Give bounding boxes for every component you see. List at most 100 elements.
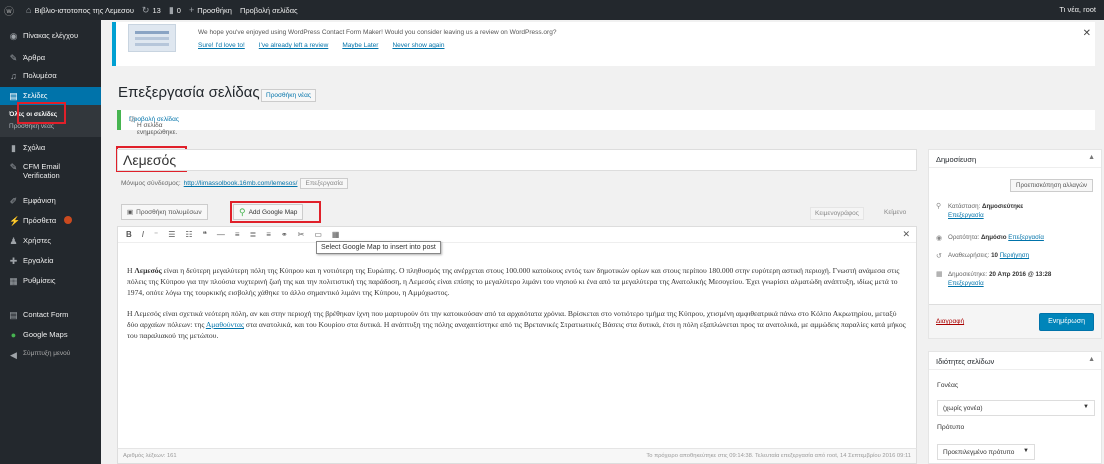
review-link-never[interactable]: Never show again [392,42,444,49]
sidebar-item-tools[interactable]: ✚ Εργαλεία [0,256,101,266]
review-link-sure[interactable]: Sure! I'd love to! [198,42,245,49]
revisions-browse-link[interactable]: Περιήγηση [1000,252,1029,259]
parent-label: Γονέας [937,382,959,389]
parent-select[interactable]: (χωρίς γονέα) ▼ [937,400,1095,416]
editor-toolbar: B I ⁻ ☰ ☷ ❝ — ≡ ≣ ≡ ⚭ ✂ ▭ ▦ ✕ [118,227,916,243]
sidebar-item-dashboard[interactable]: ◉ Πίνακας ελέγχου [0,31,101,41]
wordpress-logo-icon[interactable]: ⓦ [0,3,18,18]
site-name-link[interactable]: ⌂ Βιβλιο-ιστοτοπος της Λεμεσου [26,5,134,15]
sidebar-item-posts[interactable]: ✎ Άρθρα [0,53,101,63]
template-select[interactable]: Προεπιλεγμένο πρότυπο ▼ [937,444,1035,460]
fullscreen-icon[interactable]: ✕ [902,229,910,240]
paragraph-2: Η Λεμεσός είναι σχετικά νεότερη πόλη, αν… [127,309,906,340]
sidebar-item-users[interactable]: ♟ Χρήστες [0,236,101,246]
published-row: ▦ Δημοσιεύτηκε: 20 Απρ 2016 @ 13:28 Επεξε… [936,271,1052,287]
align-left-icon[interactable]: ≡ [235,230,240,239]
appearance-icon: ✐ [9,196,18,206]
italic-icon[interactable]: I [142,230,144,239]
collapse-arrow-icon[interactable]: ▲ [1088,356,1095,363]
calendar-icon: ▦ [936,271,943,278]
read-more-icon[interactable]: ▭ [314,230,322,239]
view-page-link[interactable]: Προβολή σελίδας [240,6,298,15]
updates-link[interactable]: ↻ 13 [142,5,161,16]
toolbar-toggle-icon[interactable]: ▦ [332,230,340,239]
media-icon: ♫ [10,71,17,81]
bullet-list-icon[interactable]: ☰ [168,230,175,239]
publish-footer: Διαγραφή Ενημέρωση [929,304,1101,338]
close-icon[interactable]: ✕ [1083,28,1091,39]
post-title-input[interactable]: Λεμεσός [117,149,917,171]
form-icon: ▤ [9,310,18,320]
visibility-row: ◉ Ορατότητα: Δημόσιο Επεξεργασία [936,234,1044,242]
sidebar-item-cfm-email[interactable]: ✎ CFM Email Verification [0,162,101,180]
sidebar-item-media[interactable]: ♫ Πολυμέσα [0,71,101,81]
chevron-down-icon: ▼ [1023,448,1029,454]
map-tooltip: Select Google Map to insert into post [316,241,441,254]
bold-icon[interactable]: B [126,230,132,239]
align-center-icon[interactable]: ≣ [250,230,257,239]
amathus-link[interactable]: Αμαθούντας [206,320,244,329]
published-edit-link[interactable]: Επεξεργασία [948,280,984,287]
unlink-icon[interactable]: ✂ [298,230,305,239]
permalink-url[interactable]: http://limassolbook.16mb.com/lemesos/ [184,180,298,187]
review-notice: We hope you've enjoyed using WordPress C… [112,22,1095,66]
page-attributes-header[interactable]: Ιδιότητες σελίδων ▲ [929,352,1101,370]
review-link-already[interactable]: I've already left a review [259,42,329,49]
preview-changes-button[interactable]: Προεπισκόπηση αλλαγών [1010,179,1093,192]
horizontal-line-icon[interactable]: — [217,230,225,239]
new-content-link[interactable]: + Προσθήκη [189,5,232,15]
align-right-icon[interactable]: ≡ [266,230,271,239]
content-editor[interactable]: B I ⁻ ☰ ☷ ❝ — ≡ ≣ ≡ ⚭ ✂ ▭ ▦ ✕ Η Λεμεσός … [117,226,917,464]
highlight-pages-box [17,102,66,124]
blockquote-icon[interactable]: ❝ [203,230,207,239]
paragraph-1: Η Λεμεσός είναι η δεύτερη μεγαλύτερη πόλ… [127,266,900,297]
add-new-page-button[interactable]: Προσθήκη νέας [261,89,316,102]
page-attributes-box: Ιδιότητες σελίδων ▲ Γονέας (χωρίς γονέα) ▼… [928,351,1102,464]
sidebar-item-google-maps[interactable]: ● Google Maps [0,330,101,340]
updates-icon: ↻ [141,4,150,15]
sidebar-collapse-menu[interactable]: ◀ Σύμπτυξη μενού [0,350,101,360]
update-button[interactable]: Ενημέρωση [1039,313,1094,331]
map-pin-icon: ⚲ [239,206,246,217]
collapse-icon: ◀ [10,350,17,360]
sidebar-item-appearance[interactable]: ✐ Εμφάνιση [0,196,101,206]
editor-status-bar: Αριθμός λέξεων: 161 Το πρόχειρο αποθηκεύ… [117,448,917,464]
tools-icon: ✚ [9,256,18,266]
sidebar-item-settings[interactable]: ▦ Ρυθμίσεις [0,276,101,286]
review-links: Sure! I'd love to! I've already left a r… [198,42,444,49]
tab-text[interactable]: Κείμενο [880,207,910,218]
add-google-map-button[interactable]: ⚲ Add Google Map [233,204,304,220]
review-message: We hope you've enjoyed using WordPress C… [198,29,557,36]
permalink-row: Μόνιμος σύνδεσμος: http://limassolbook.1… [121,178,348,189]
last-saved-text: Το πρόχειρο αποθηκεύτηκε στις 09:14:38. … [646,453,911,459]
eye-icon: ◉ [936,235,943,242]
visibility-edit-link[interactable]: Επεξεργασία [1008,234,1044,241]
sidebar-item-plugins[interactable]: ⚡ Πρόσθετα [0,216,101,226]
pin-icon: ✎ [9,162,18,172]
sidebar-item-contact-form[interactable]: ▤ Contact Form [0,310,101,320]
comments-link[interactable]: ▮ 0 [169,5,181,16]
word-count: Αριθμός λέξεων: 161 [123,453,177,459]
publish-box-header[interactable]: Δημοσίευση ▲ [929,150,1101,168]
tab-visual[interactable]: Κειμενογράφος [810,207,864,220]
account-greeting[interactable]: Τι νέα, root [1059,5,1096,14]
plus-icon: + [188,5,195,15]
admin-sidebar: ◉ Πίνακας ελέγχου ✎ Άρθρα ♫ Πολυμέσα ▤ Σελίδ… [0,20,101,464]
add-media-button[interactable]: ▣ Προσθήκη πολυμέσων [121,204,208,220]
review-link-later[interactable]: Maybe Later [342,42,378,49]
strikethrough-icon[interactable]: ⁻ [154,230,158,239]
move-to-trash-link[interactable]: Διαγραφή [936,318,964,325]
plugins-update-badge [64,216,73,224]
dismiss-icon[interactable]: ⊘ [129,114,1089,125]
permalink-edit-button[interactable]: Επεξεργασία [300,178,348,189]
chevron-down-icon: ▼ [1083,404,1089,410]
revisions-row: ↺ Αναθεωρήσεις: 10 Περιήγηση [936,252,1030,260]
sidebar-item-comments[interactable]: ▮ Σχόλια [0,143,101,153]
editor-body[interactable]: Η Λεμεσός είναι η δεύτερη μεγαλύτερη πόλ… [127,265,907,351]
status-edit-link[interactable]: Επεξεργασία [948,212,984,219]
link-icon[interactable]: ⚭ [281,230,288,239]
collapse-arrow-icon[interactable]: ▲ [1088,154,1095,161]
home-icon: ⌂ [26,5,32,15]
numbered-list-icon[interactable]: ☷ [185,230,192,239]
users-icon: ♟ [9,236,18,246]
